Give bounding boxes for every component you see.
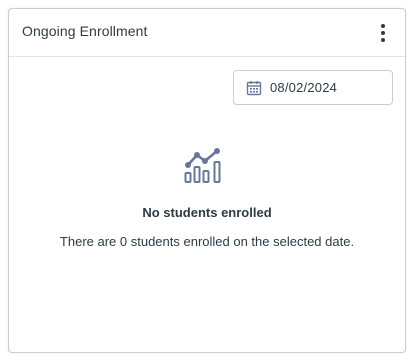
kebab-dot (381, 24, 385, 28)
ongoing-enrollment-card: Ongoing Enrollment 08/02/2024 No student… (8, 8, 406, 353)
calendar-icon (246, 81, 262, 96)
kebab-menu-icon[interactable] (376, 22, 390, 44)
date-picker-input[interactable]: 08/02/2024 (233, 70, 393, 105)
card-header: Ongoing Enrollment (9, 9, 405, 57)
empty-state-message: There are 0 students enrolled on the sel… (59, 234, 355, 249)
chart-analytics-icon (184, 148, 221, 183)
empty-state-title: No students enrolled (142, 205, 272, 220)
date-value: 08/02/2024 (270, 80, 338, 95)
kebab-dot (381, 38, 385, 42)
card-title: Ongoing Enrollment (22, 23, 148, 39)
kebab-dot (381, 31, 385, 35)
